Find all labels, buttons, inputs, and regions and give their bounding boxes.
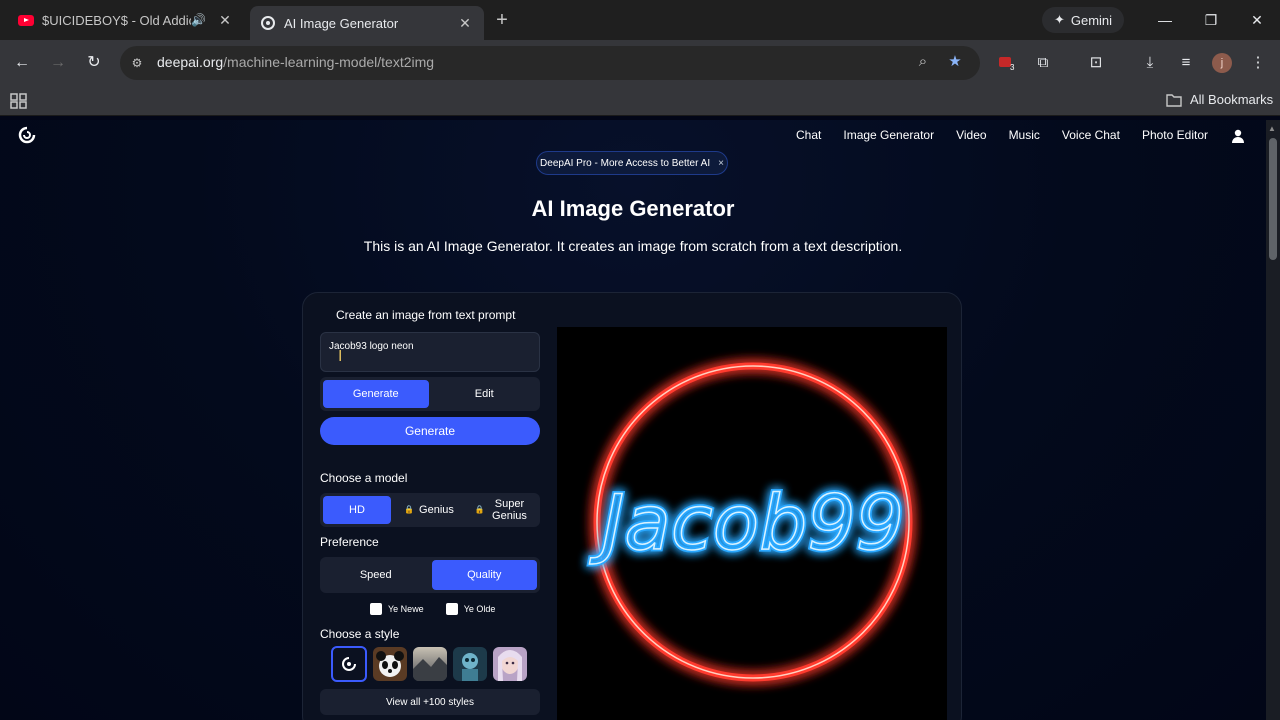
deepai-favicon-icon xyxy=(260,15,276,31)
scroll-up-arrow-icon[interactable]: ▲ xyxy=(1268,124,1276,133)
nav-voice-chat[interactable]: Voice Chat xyxy=(1062,128,1120,142)
promo-text[interactable]: DeepAI Pro - More Access to Better AI xyxy=(540,158,710,169)
youtube-icon xyxy=(18,12,34,28)
generate-button[interactable]: Generate xyxy=(320,417,540,445)
profile-avatar[interactable]: j xyxy=(1212,53,1232,73)
tab-ai-image-generator[interactable]: AI Image Generator ✕ xyxy=(250,6,484,40)
extensions-puzzle-icon[interactable]: ⧉ xyxy=(1033,53,1053,73)
ye-newe-checkbox[interactable]: Ye Newe xyxy=(370,603,424,615)
form-heading: Create an image from text prompt xyxy=(336,308,516,322)
speaker-icon[interactable]: 🔊 xyxy=(191,13,206,27)
deepai-logo-icon[interactable] xyxy=(18,126,36,144)
menu-kebab-icon[interactable]: ⋮ xyxy=(1248,53,1268,73)
tab-youtube[interactable]: $UICIDEBOY$ - Old Addicts 🔊 ✕ xyxy=(8,4,244,36)
prompt-textarea[interactable]: Jacob93 logo neon xyxy=(320,332,540,372)
svg-text:3: 3 xyxy=(1010,63,1015,71)
nav-photo-editor[interactable]: Photo Editor xyxy=(1142,128,1208,142)
style-default-thumb[interactable] xyxy=(331,646,367,682)
scrollbar-thumb[interactable] xyxy=(1269,138,1277,260)
style-portrait-thumb[interactable] xyxy=(493,647,527,681)
reload-icon[interactable]: ↻ xyxy=(84,53,104,73)
lock-icon: 🔒 xyxy=(404,505,415,514)
model-genius-label: Genius xyxy=(419,504,454,516)
style-robot-thumb[interactable] xyxy=(453,647,487,681)
tab-strip: $UICIDEBOY$ - Old Addicts 🔊 ✕ AI Image G… xyxy=(0,0,1280,40)
extension-icon[interactable]: 3 xyxy=(996,53,1016,73)
media-control-icon[interactable]: ≡ xyxy=(1176,53,1196,73)
nav-chat[interactable]: Chat xyxy=(796,128,821,142)
close-tab-icon[interactable]: ✕ xyxy=(216,12,234,29)
mode-edit-tab[interactable]: Edit xyxy=(432,380,538,408)
zoom-icon[interactable]: ⌕ xyxy=(914,53,932,71)
style-panda-thumb[interactable] xyxy=(373,647,407,681)
checkbox-box[interactable] xyxy=(445,603,458,615)
folder-icon xyxy=(1166,93,1182,107)
preference-quality[interactable]: Quality xyxy=(431,560,537,590)
model-super-genius-label: Super Genius xyxy=(492,498,527,522)
style-landscape-thumb[interactable] xyxy=(413,647,447,681)
address-bar[interactable]: ⚙ deepai.org/machine-learning-model/text… xyxy=(120,46,980,80)
ye-newe-label: Ye Newe xyxy=(388,604,424,614)
site-settings-icon[interactable]: ⚙ xyxy=(128,54,146,72)
all-bookmarks-button[interactable]: All Bookmarks xyxy=(1166,92,1273,107)
nav-image-generator[interactable]: Image Generator xyxy=(843,128,934,142)
toolbar: ← → ↻ ⚙ deepai.org/machine-learning-mode… xyxy=(0,40,1280,86)
model-super-genius[interactable]: 🔒 Super Genius xyxy=(467,496,537,524)
apps-grid-icon[interactable] xyxy=(10,93,28,109)
close-icon[interactable]: × xyxy=(718,158,724,169)
generated-image[interactable]: Jacob99 Jacob99 xyxy=(557,327,947,720)
mode-toggle: Generate Edit xyxy=(320,377,540,411)
style-label: Choose a style xyxy=(320,627,400,641)
download-icon[interactable]: ⤓ xyxy=(1140,53,1160,73)
restore-icon[interactable]: ❐ xyxy=(1201,10,1221,30)
nav-music[interactable]: Music xyxy=(1009,128,1040,142)
promo-banner[interactable]: DeepAI Pro - More Access to Better AI × xyxy=(536,151,728,175)
view-all-styles-button[interactable]: View all +100 styles xyxy=(320,689,540,715)
ye-olde-label: Ye Olde xyxy=(463,604,496,614)
bookmark-star-icon[interactable]: ★ xyxy=(946,53,964,71)
style-checkboxes: Ye Newe Ye Olde xyxy=(370,603,495,615)
page-content: Chat Image Generator Video Music Voice C… xyxy=(0,120,1266,720)
tab-search-icon[interactable]: ⊡ xyxy=(1086,53,1106,73)
close-window-icon[interactable]: ✕ xyxy=(1247,10,1267,30)
all-bookmarks-label: All Bookmarks xyxy=(1190,92,1274,107)
user-account-icon[interactable] xyxy=(1230,128,1246,144)
ye-olde-checkbox[interactable]: Ye Olde xyxy=(445,603,496,615)
model-label: Choose a model xyxy=(320,471,408,485)
forward-icon[interactable]: → xyxy=(48,53,68,73)
preference-label: Preference xyxy=(320,535,379,549)
page-description: This is an AI Image Generator. It create… xyxy=(363,238,903,254)
tab-title: AI Image Generator xyxy=(284,15,399,31)
model-selector: HD 🔒 Genius 🔒 Super Genius xyxy=(320,493,540,527)
style-thumbnails xyxy=(331,646,527,682)
lock-icon: 🔒 xyxy=(474,505,485,514)
minimize-icon[interactable]: — xyxy=(1155,10,1175,30)
new-tab-icon[interactable]: + xyxy=(492,9,512,31)
gemini-button[interactable]: ✦ Gemini xyxy=(1042,7,1124,33)
text-cursor-icon: I xyxy=(338,349,342,367)
sparkle-icon: ✦ xyxy=(1053,12,1065,27)
model-hd[interactable]: HD xyxy=(323,496,391,524)
close-tab-icon[interactable]: ✕ xyxy=(456,15,474,32)
page-title: AI Image Generator xyxy=(531,196,735,221)
model-genius[interactable]: 🔒 Genius xyxy=(394,496,464,524)
site-nav: Chat Image Generator Video Music Voice C… xyxy=(796,128,1208,142)
preference-speed[interactable]: Speed xyxy=(323,560,429,590)
url-text[interactable]: deepai.org/machine-learning-model/text2i… xyxy=(157,54,434,70)
back-icon[interactable]: ← xyxy=(12,53,32,73)
nav-video[interactable]: Video xyxy=(956,128,986,142)
tab-title: $UICIDEBOY$ - Old Addicts xyxy=(42,12,192,28)
preference-selector: Speed Quality xyxy=(320,557,540,593)
generator-card: Create an image from text prompt Jacob93… xyxy=(302,292,962,720)
gemini-label: Gemini xyxy=(1070,12,1113,28)
checkbox-box[interactable] xyxy=(370,603,382,615)
neon-logo-text-core: Jacob99 xyxy=(589,478,904,567)
mode-generate-tab[interactable]: Generate xyxy=(323,380,429,408)
bookmarks-bar: All Bookmarks xyxy=(0,86,1280,116)
